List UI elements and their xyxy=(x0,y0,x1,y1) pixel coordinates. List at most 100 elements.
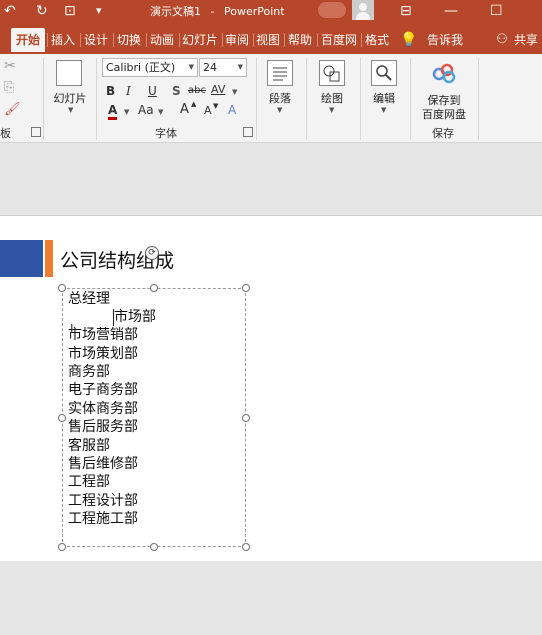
undo-icon[interactable]: ↶ xyxy=(4,1,16,21)
list-item[interactable]: 售后服务部 xyxy=(68,418,138,436)
shrink-font-button[interactable]: A xyxy=(204,104,212,117)
clear-formatting-button[interactable]: A xyxy=(228,103,236,117)
present-icon[interactable]: ⊡ xyxy=(64,1,76,21)
group-divider xyxy=(256,58,257,140)
minimize-icon[interactable]: — xyxy=(444,1,458,21)
lightbulb-icon[interactable]: 💡 xyxy=(400,28,417,52)
character-spacing-button[interactable]: AV xyxy=(211,83,225,96)
list-item[interactable]: 总经理 xyxy=(68,290,110,308)
tab-format[interactable]: 格式 xyxy=(362,28,392,52)
chevron-down-icon[interactable]: ▼ xyxy=(277,106,282,114)
tab-baidu[interactable]: 百度网 xyxy=(318,28,360,52)
rotate-handle-icon[interactable]: ⟳ xyxy=(145,246,159,260)
list-item[interactable]: 市场策划部 xyxy=(68,345,138,363)
font-color-button[interactable]: A xyxy=(108,103,118,120)
find-magnifier-icon[interactable] xyxy=(371,60,397,86)
text-cursor xyxy=(113,309,114,326)
list-item[interactable]: 实体商务部 xyxy=(68,400,138,418)
tab-transitions[interactable]: 切换 xyxy=(114,28,144,52)
list-item[interactable]: 商务部 xyxy=(68,363,110,381)
save-group-label: 保存 xyxy=(432,127,454,140)
list-item[interactable]: 市场部 xyxy=(114,308,156,326)
tell-me-search[interactable]: 告诉我 xyxy=(420,28,470,52)
italic-button[interactable]: I xyxy=(126,84,131,98)
chevron-down-icon[interactable]: ▼ xyxy=(68,106,73,114)
resize-handle[interactable] xyxy=(58,543,66,551)
font-family-value: Calibri (正文) xyxy=(106,61,176,74)
resize-handle[interactable] xyxy=(242,284,250,292)
window-title: 演示文稿1 - PowerPoint xyxy=(150,3,291,19)
paragraph-icon[interactable] xyxy=(267,60,293,86)
group-divider xyxy=(478,58,479,140)
list-item[interactable]: 工程施工部 xyxy=(68,510,138,528)
editing-label[interactable]: 编辑 xyxy=(366,90,402,106)
chevron-down-icon[interactable]: ▼ xyxy=(158,108,163,116)
grow-font-button[interactable]: A xyxy=(180,102,189,117)
strikethrough-button[interactable]: abc xyxy=(188,85,206,96)
title-accent-blue xyxy=(0,240,43,277)
font-family-select[interactable]: Calibri (正文) ▼ xyxy=(102,58,198,77)
bold-button[interactable]: B xyxy=(106,84,115,98)
chevron-down-icon: ▼ xyxy=(188,63,194,71)
maximize-icon[interactable]: ☐ xyxy=(490,1,503,21)
font-launcher-icon[interactable] xyxy=(243,127,253,137)
chevron-down-icon[interactable]: ▼ xyxy=(232,88,237,96)
magnifier-glyph-icon xyxy=(376,65,392,81)
tab-animations[interactable]: 动画 xyxy=(147,28,177,52)
tab-help[interactable]: 帮助 xyxy=(285,28,315,52)
drawing-label[interactable]: 绘图 xyxy=(314,90,350,106)
list-item[interactable]: 市场营销部 xyxy=(68,326,138,344)
share-person-icon[interactable]: ⚇ xyxy=(494,28,510,52)
save-to-baidu-line2[interactable]: 百度网盘 xyxy=(416,106,472,122)
group-divider xyxy=(306,58,307,140)
resize-handle[interactable] xyxy=(58,284,66,292)
group-divider xyxy=(43,58,44,140)
title-separator: - xyxy=(210,5,215,18)
shrink-font-arrow-icon: ▼ xyxy=(213,102,219,110)
share-button[interactable]: 共享 xyxy=(512,28,540,52)
clipboard-launcher-icon[interactable] xyxy=(31,127,41,137)
copy-icon[interactable]: ⎘ xyxy=(4,80,14,95)
document-name: 演示文稿1 xyxy=(150,5,201,18)
tab-review[interactable]: 审阅 xyxy=(223,28,251,52)
ribbon-display-options-icon[interactable]: ⊟ xyxy=(400,1,412,21)
grow-font-arrow-icon: ▲ xyxy=(191,100,197,108)
paragraph-label[interactable]: 段落 xyxy=(262,90,298,106)
list-item[interactable]: 工程部 xyxy=(68,473,110,491)
list-item[interactable]: 工程设计部 xyxy=(68,492,138,510)
underline-button[interactable]: U xyxy=(148,84,157,98)
list-item[interactable]: 电子商务部 xyxy=(68,381,138,399)
tab-slideshow[interactable]: 幻灯片 xyxy=(180,28,220,52)
resize-handle[interactable] xyxy=(150,284,158,292)
resize-handle[interactable] xyxy=(242,543,250,551)
font-group-label: 字体 xyxy=(155,127,177,140)
user-name-blurred xyxy=(318,2,346,18)
tab-view[interactable]: 视图 xyxy=(254,28,282,52)
tab-home[interactable]: 开始 xyxy=(11,28,45,52)
customize-toolbar-icon[interactable]: ▾ xyxy=(96,1,102,21)
tab-design[interactable]: 设计 xyxy=(81,28,111,52)
new-slide-icon[interactable] xyxy=(56,60,82,86)
shadow-button[interactable]: S xyxy=(172,84,181,98)
format-painter-icon[interactable]: 🖌 xyxy=(4,102,21,117)
resize-handle[interactable] xyxy=(242,414,250,422)
slide[interactable]: 公司结构组成 ⟳ 总经理 市场部 市场营销部 市场策划部 商务部 电子商务部 实… xyxy=(0,215,542,562)
chevron-down-icon[interactable]: ▼ xyxy=(329,106,334,114)
redo-icon[interactable]: ↻ xyxy=(36,1,48,21)
new-slide-label[interactable]: 幻灯片 xyxy=(48,90,92,106)
resize-handle[interactable] xyxy=(58,414,66,422)
cut-icon[interactable]: ✂ xyxy=(4,58,16,74)
list-item[interactable]: 客服部 xyxy=(68,437,110,455)
baidu-cloud-icon[interactable] xyxy=(429,62,459,84)
tab-insert[interactable]: 插入 xyxy=(48,28,78,52)
chevron-down-icon[interactable]: ▼ xyxy=(124,108,129,116)
chevron-down-icon[interactable]: ▼ xyxy=(381,106,386,114)
resize-handle[interactable] xyxy=(150,543,158,551)
avatar[interactable] xyxy=(352,0,374,20)
change-case-button[interactable]: Aa xyxy=(138,103,154,117)
shapes-icon[interactable] xyxy=(319,60,345,86)
font-size-select[interactable]: 24 ▼ xyxy=(199,58,247,77)
list-item[interactable]: 售后维修部 xyxy=(68,455,138,473)
ibeam-cursor-icon: I xyxy=(70,322,74,336)
group-divider xyxy=(360,58,361,140)
